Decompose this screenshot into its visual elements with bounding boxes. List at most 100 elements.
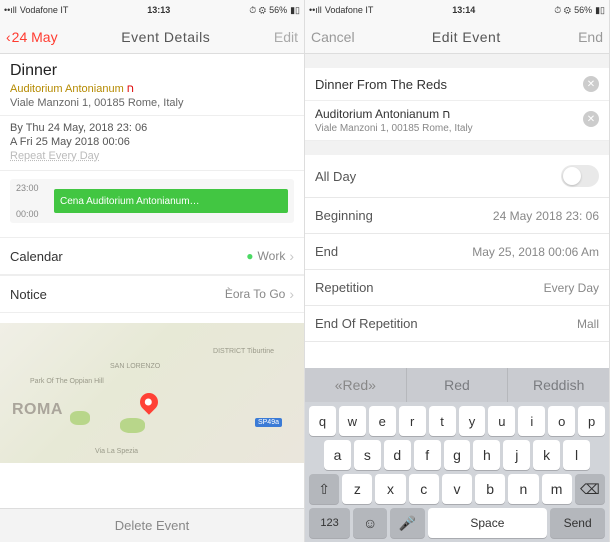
key-emoji[interactable]: ☺: [353, 508, 387, 538]
location-name: Auditorium Antonianum ח: [315, 107, 599, 121]
endrep-value: Mall: [577, 317, 599, 331]
event-title-input[interactable]: [315, 77, 583, 92]
key-d[interactable]: d: [384, 440, 411, 470]
clock: 13:14: [452, 5, 475, 15]
repetition-label: Repetition: [315, 280, 374, 295]
page-title: Event Details: [121, 29, 210, 45]
alarm-icon: ⏱ ⚙: [554, 5, 571, 16]
back-label: 24 May: [12, 29, 58, 45]
key-n[interactable]: n: [508, 474, 538, 504]
key-u[interactable]: u: [488, 406, 515, 436]
page-title: Edit Event: [432, 29, 501, 45]
key-q[interactable]: q: [309, 406, 336, 436]
event-title: Dinner: [10, 62, 294, 80]
key-p[interactable]: p: [578, 406, 605, 436]
cancel-button[interactable]: Cancel: [311, 29, 355, 45]
key-e[interactable]: e: [369, 406, 396, 436]
keyboard-suggestion-bar: «Red» Red Reddish: [305, 368, 609, 402]
key-shift[interactable]: ⇧: [309, 474, 339, 504]
key-m[interactable]: m: [542, 474, 572, 504]
key-k[interactable]: k: [533, 440, 560, 470]
endrep-label: End Of Repetition: [315, 316, 418, 331]
key-f[interactable]: f: [414, 440, 441, 470]
suggestion-3[interactable]: Reddish: [508, 368, 609, 402]
signal-icon: ••ıll: [309, 5, 322, 15]
key-g[interactable]: g: [444, 440, 471, 470]
chevron-right-icon: ›: [289, 286, 294, 302]
row-notice[interactable]: Notice Èora To Go ›: [0, 275, 304, 313]
map-area-label: SAN LORENZO: [110, 363, 160, 370]
notice-label: Notice: [10, 287, 47, 302]
map[interactable]: ROMA SP49a SAN LORENZO DISTRICT Tiburtin…: [0, 323, 304, 463]
repetition-value: Every Day: [544, 281, 599, 295]
date-to: A Fri 25 May 2018 00:06: [10, 136, 294, 148]
calendar-dot-icon: ●: [246, 249, 253, 263]
key-w[interactable]: w: [339, 406, 366, 436]
location-block[interactable]: Auditorium Antonianum ח Viale Manzoni 1,…: [305, 101, 609, 141]
key-mic[interactable]: 🎤: [390, 508, 424, 538]
clear-title-button[interactable]: ✕: [583, 76, 599, 92]
key-numeric[interactable]: 123: [309, 508, 350, 538]
key-l[interactable]: l: [563, 440, 590, 470]
key-v[interactable]: v: [442, 474, 472, 504]
clear-location-button[interactable]: ✕: [583, 111, 599, 127]
key-backspace[interactable]: ⌫: [575, 474, 605, 504]
key-x[interactable]: x: [375, 474, 405, 504]
suggestion-1[interactable]: «Red»: [305, 368, 407, 402]
key-s[interactable]: s: [354, 440, 381, 470]
signal-icon: ••ıll: [4, 5, 17, 15]
navbar: Cancel Edit Event End: [305, 20, 609, 54]
keyboard: q w e r t y u i o p a s d f g h j k l ⇧ …: [305, 402, 609, 542]
carrier-label: Vodafone IT: [20, 5, 69, 15]
status-bar: ••ıll Vodafone IT 13:14 ⏱ ⚙ 56% ▮▯: [305, 0, 609, 20]
row-end[interactable]: End May 25, 2018 00:06 Am: [305, 234, 609, 270]
edit-button[interactable]: Edit: [274, 29, 298, 45]
key-space[interactable]: Space: [428, 508, 548, 538]
row-beginning[interactable]: Beginning 24 May 2018 23: 06: [305, 198, 609, 234]
back-button[interactable]: ‹ 24 May: [6, 29, 58, 45]
calendar-value: Work: [258, 249, 286, 263]
key-c[interactable]: c: [409, 474, 439, 504]
map-street-label: Via La Spezia: [95, 448, 138, 455]
chevron-left-icon: ‹: [6, 29, 11, 45]
key-j[interactable]: j: [503, 440, 530, 470]
row-repetition[interactable]: Repetition Every Day: [305, 270, 609, 306]
event-address: Viale Manzoni 1, 00185 Rome, Italy: [10, 97, 294, 109]
end-label: End: [315, 244, 338, 259]
beginning-label: Beginning: [315, 208, 373, 223]
carrier-label: Vodafone IT: [325, 5, 374, 15]
key-y[interactable]: y: [459, 406, 486, 436]
key-r[interactable]: r: [399, 406, 426, 436]
tl-label-00: 00:00: [16, 209, 39, 219]
battery-pct: 56%: [269, 5, 287, 15]
timeline-event-bar[interactable]: Cena Auditorium Antonianum…: [54, 189, 288, 213]
battery-pct: 56%: [574, 5, 592, 15]
suggestion-2[interactable]: Red: [407, 368, 509, 402]
key-send[interactable]: Send: [550, 508, 605, 538]
key-z[interactable]: z: [342, 474, 372, 504]
key-o[interactable]: o: [548, 406, 575, 436]
key-t[interactable]: t: [429, 406, 456, 436]
battery-icon: ▮▯: [595, 5, 605, 16]
map-road-badge: SP49a: [255, 418, 282, 427]
done-button[interactable]: End: [578, 29, 603, 45]
location-address: Viale Manzoni 1, 00185 Rome, Italy: [315, 123, 599, 134]
title-field-block: ✕: [305, 68, 609, 101]
pane-edit-event: ••ıll Vodafone IT 13:14 ⏱ ⚙ 56% ▮▯ Cance…: [305, 0, 610, 542]
event-location-name: Auditorium Antonianum: [10, 83, 124, 95]
notice-value: Èora To Go: [225, 287, 285, 301]
row-calendar[interactable]: Calendar ● Work ›: [0, 237, 304, 275]
key-h[interactable]: h: [473, 440, 500, 470]
all-day-toggle[interactable]: [561, 165, 599, 187]
row-all-day: All Day: [305, 155, 609, 198]
calendar-label: Calendar: [10, 249, 63, 264]
date-repeat: Repeat Every Day: [10, 150, 294, 162]
row-end-of-repetition[interactable]: End Of Repetition Mall: [305, 306, 609, 342]
event-location-tag: ח: [127, 83, 134, 95]
event-dates: By Thu 24 May, 2018 23: 06 A Fri 25 May …: [0, 116, 304, 171]
key-b[interactable]: b: [475, 474, 505, 504]
delete-event-button[interactable]: Delete Event: [0, 508, 304, 542]
key-a[interactable]: a: [324, 440, 351, 470]
map-pin-icon: [136, 389, 161, 414]
key-i[interactable]: i: [518, 406, 545, 436]
